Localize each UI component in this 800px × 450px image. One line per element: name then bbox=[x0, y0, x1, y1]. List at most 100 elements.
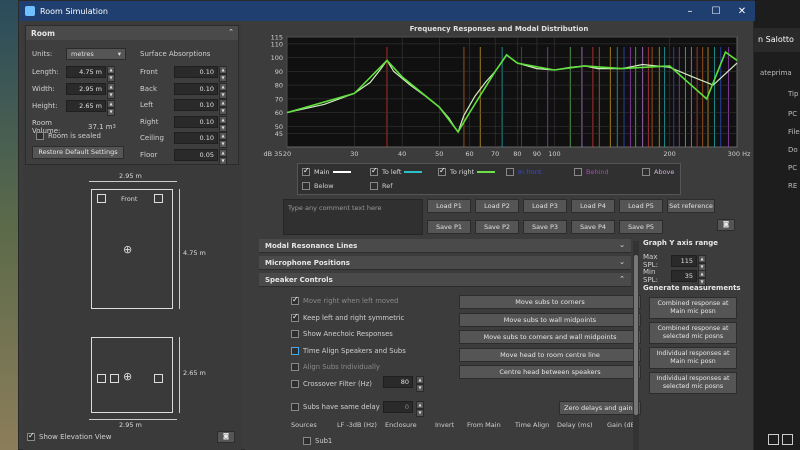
listener-head-icon[interactable]: ⊕ bbox=[123, 243, 132, 256]
generate-measurement-button[interactable]: Individual responses at selected mic pos… bbox=[649, 372, 737, 394]
up-arrow-icon[interactable]: ▲ bbox=[107, 66, 115, 74]
surface-spinner[interactable]: ▲ ▼ bbox=[219, 99, 227, 115]
room-section-header[interactable]: Room ⌃ bbox=[26, 26, 238, 40]
load-button[interactable]: Set reference bbox=[667, 199, 715, 213]
camera-icon[interactable]: ◙ bbox=[717, 219, 735, 231]
up-arrow-icon[interactable]: ▲ bbox=[107, 83, 115, 91]
up-arrow-icon[interactable]: ▲ bbox=[219, 66, 227, 74]
legend-checkbox[interactable] bbox=[302, 182, 310, 190]
speaker-option-checkbox[interactable] bbox=[291, 312, 299, 322]
legend-checkbox[interactable] bbox=[574, 168, 582, 176]
load-button[interactable]: Load P1 bbox=[427, 199, 471, 213]
save-button[interactable]: Save P1 bbox=[427, 220, 471, 234]
subs-delay-spinner[interactable]: ▲ ▼ bbox=[416, 401, 424, 417]
legend-checkbox[interactable] bbox=[506, 168, 514, 176]
speaker-option[interactable]: Move right when left moved bbox=[291, 295, 399, 305]
speaker-action-button[interactable]: Move subs to wall midpoints bbox=[459, 312, 641, 327]
speaker-action-button[interactable]: Move subs to corners bbox=[459, 295, 641, 309]
crossover-spinner[interactable]: ▲ ▼ bbox=[416, 376, 424, 392]
legend-checkbox[interactable] bbox=[370, 166, 378, 176]
up-arrow-icon[interactable]: ▲ bbox=[416, 376, 424, 384]
legend-item[interactable]: To right bbox=[438, 166, 496, 176]
scrollbar[interactable] bbox=[633, 241, 639, 450]
speaker-action-button[interactable]: Move head to room centre line bbox=[459, 347, 641, 362]
legend-checkbox[interactable] bbox=[642, 168, 650, 176]
up-arrow-icon[interactable]: ▲ bbox=[698, 255, 706, 263]
legend-item[interactable]: Behind bbox=[574, 168, 609, 176]
load-button[interactable]: Load P5 bbox=[619, 199, 663, 213]
length-field[interactable]: 4.75 m bbox=[66, 66, 106, 78]
speaker-controls-section[interactable]: Speaker Controls ⌃ bbox=[259, 273, 631, 287]
legend-checkbox[interactable] bbox=[302, 166, 310, 176]
surface-spinner[interactable]: ▲ ▼ bbox=[219, 132, 227, 148]
surface-value-field[interactable]: 0.10 bbox=[174, 66, 218, 78]
close-button[interactable]: ✕ bbox=[729, 6, 755, 17]
collapse-icon[interactable]: ⌃ bbox=[619, 275, 625, 283]
up-arrow-icon[interactable]: ▲ bbox=[219, 99, 227, 107]
subs-delay-row[interactable]: Subs have same delay bbox=[291, 403, 380, 411]
save-button[interactable]: Save P5 bbox=[619, 220, 663, 234]
speaker-option[interactable]: Align Subs Individually bbox=[291, 363, 380, 371]
comment-input[interactable]: Type any comment text here bbox=[283, 199, 423, 235]
speaker-action-button[interactable]: Move subs to corners and wall midpoints bbox=[459, 330, 641, 344]
max-spl-spinner[interactable]: ▲ ▼ bbox=[698, 255, 706, 271]
generate-measurement-button[interactable]: Combined response at selected mic posns bbox=[649, 322, 737, 344]
surface-value-field[interactable]: 0.05 bbox=[174, 148, 218, 161]
up-arrow-icon[interactable]: ▲ bbox=[107, 100, 115, 108]
generate-measurement-button[interactable]: Combined response at Main mic posn bbox=[649, 297, 737, 319]
zero-delays-button[interactable]: Zero delays and gains bbox=[559, 401, 641, 415]
down-arrow-icon[interactable]: ▼ bbox=[219, 107, 227, 115]
up-arrow-icon[interactable]: ▲ bbox=[416, 401, 424, 409]
up-arrow-icon[interactable]: ▲ bbox=[219, 82, 227, 91]
legend-checkbox[interactable] bbox=[438, 166, 446, 176]
subs-delay-field[interactable]: 0 bbox=[383, 401, 413, 413]
listener-elevation-icon[interactable]: ⊕ bbox=[123, 370, 132, 383]
surface-value-field[interactable]: 0.10 bbox=[174, 82, 218, 95]
min-spl-spinner[interactable]: ▲ ▼ bbox=[698, 270, 706, 286]
expand-icon[interactable]: ⌄ bbox=[619, 258, 625, 266]
down-arrow-icon[interactable]: ▼ bbox=[107, 108, 115, 116]
width-field[interactable]: 2.95 m bbox=[66, 83, 106, 95]
speaker-option[interactable]: Keep left and right symmetric bbox=[291, 312, 404, 322]
speaker-option-checkbox[interactable] bbox=[291, 379, 299, 388]
right-speaker-icon[interactable] bbox=[154, 194, 163, 203]
minimize-button[interactable]: – bbox=[677, 6, 703, 17]
expand-icon[interactable]: ⌄ bbox=[619, 241, 625, 249]
surface-spinner[interactable]: ▲ ▼ bbox=[219, 115, 227, 132]
height-field[interactable]: 2.65 m bbox=[66, 100, 106, 112]
left-speaker-elevation-icon[interactable] bbox=[97, 374, 106, 383]
list-view-icon[interactable] bbox=[782, 434, 793, 445]
surface-spinner[interactable]: ▲ ▼ bbox=[219, 82, 227, 99]
subs-delay-checkbox[interactable] bbox=[291, 403, 299, 411]
surface-spinner[interactable]: ▲ ▼ bbox=[219, 66, 227, 82]
speaker-option-checkbox[interactable] bbox=[291, 346, 299, 355]
up-arrow-icon[interactable]: ▲ bbox=[219, 132, 227, 140]
crossover-field[interactable]: 80 bbox=[383, 376, 413, 388]
height-spinner[interactable]: ▲ ▼ bbox=[107, 100, 115, 116]
legend-item[interactable]: In front bbox=[506, 168, 542, 176]
speaker-option-checkbox[interactable] bbox=[291, 330, 299, 338]
generate-measurement-button[interactable]: Individual responses at Main mic posn bbox=[649, 347, 737, 369]
save-button[interactable]: Save P3 bbox=[523, 220, 567, 234]
legend-item[interactable]: To left bbox=[370, 166, 423, 176]
legend-item[interactable]: Ref bbox=[370, 182, 393, 190]
sub-elevation-icon[interactable] bbox=[110, 374, 119, 383]
down-arrow-icon[interactable]: ▼ bbox=[219, 156, 227, 165]
surface-value-field[interactable]: 0.10 bbox=[174, 115, 218, 128]
up-arrow-icon[interactable]: ▲ bbox=[219, 115, 227, 124]
down-arrow-icon[interactable]: ▼ bbox=[219, 74, 227, 82]
speaker-action-button[interactable]: Centre head between speakers bbox=[459, 365, 641, 379]
speaker-option-checkbox[interactable] bbox=[291, 363, 299, 371]
grid-view-icon[interactable] bbox=[768, 434, 779, 445]
down-arrow-icon[interactable]: ▼ bbox=[219, 140, 227, 148]
elevation-checkbox[interactable] bbox=[27, 431, 35, 441]
right-speaker-elevation-icon[interactable] bbox=[154, 374, 163, 383]
down-arrow-icon[interactable]: ▼ bbox=[416, 384, 424, 392]
down-arrow-icon[interactable]: ▼ bbox=[219, 123, 227, 132]
background-tab[interactable]: n Salotto bbox=[754, 28, 800, 52]
legend-item[interactable]: Main bbox=[302, 166, 351, 176]
camera-icon[interactable]: ◙ bbox=[217, 431, 235, 443]
min-spl-field[interactable]: 35 bbox=[671, 270, 697, 282]
up-arrow-icon[interactable]: ▲ bbox=[698, 270, 706, 278]
load-button[interactable]: Load P3 bbox=[523, 199, 567, 213]
